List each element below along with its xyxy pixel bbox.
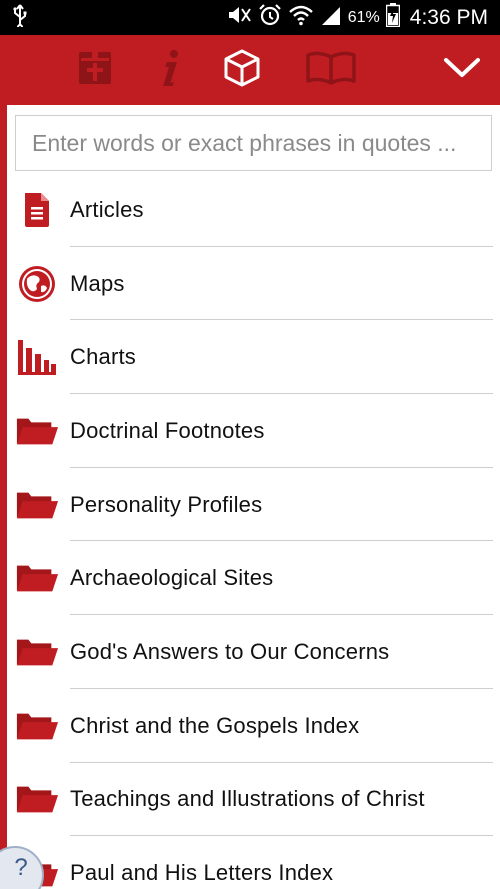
document-icon	[15, 188, 59, 232]
list-item-label: Christ and the Gospels Index	[70, 712, 360, 738]
list-item-gods-answers[interactable]: God's Answers to Our Concerns	[7, 615, 500, 689]
list-item-maps[interactable]: Maps	[7, 247, 500, 321]
resources-panel: Articles Maps	[7, 105, 500, 889]
cube-icon	[222, 48, 262, 93]
folder-icon	[15, 409, 59, 453]
info-icon	[159, 48, 183, 93]
list-item-label: God's Answers to Our Concerns	[70, 638, 390, 664]
help-icon: ?	[14, 854, 28, 881]
list-item-paul-letters-index[interactable]: Paul and His Letters Index	[7, 836, 500, 889]
info-tab[interactable]	[156, 49, 186, 91]
bible-tab[interactable]	[74, 49, 116, 91]
list-item-label: Doctrinal Footnotes	[70, 417, 265, 443]
reading-tab[interactable]	[304, 49, 358, 91]
list-item-personality-profiles[interactable]: Personality Profiles	[7, 468, 500, 542]
list-item-doctrinal-footnotes[interactable]: Doctrinal Footnotes	[7, 394, 500, 468]
battery-icon	[385, 2, 401, 33]
book-icon	[305, 50, 357, 91]
list-item-label: Personality Profiles	[70, 491, 263, 517]
list-item-label: Charts	[70, 344, 136, 370]
list-item-label: Teachings and Illustrations of Christ	[70, 786, 425, 812]
signal-icon	[320, 4, 342, 32]
collapse-button[interactable]	[440, 49, 484, 91]
battery-percent: 61%	[347, 8, 380, 26]
content-area: Articles Maps	[0, 105, 500, 889]
list-item-archaeological-sites[interactable]: Archaeological Sites	[7, 541, 500, 616]
resource-list: Articles Maps Charts Doctrinal Footnotes…	[7, 173, 500, 889]
list-item-charts[interactable]: Charts	[7, 320, 500, 395]
folder-icon	[15, 630, 59, 674]
bar-chart-icon	[15, 335, 59, 379]
folder-icon	[15, 556, 59, 600]
list-item-christ-gospels-index[interactable]: Christ and the Gospels Index	[7, 689, 500, 763]
list-item-articles[interactable]: Articles	[7, 173, 500, 247]
list-item-label: Maps	[70, 270, 125, 296]
alarm-icon	[258, 3, 282, 33]
list-item-label: Articles	[70, 196, 144, 222]
folder-icon	[15, 483, 59, 527]
list-item-label: Archaeological Sites	[70, 565, 274, 591]
bible-icon	[75, 48, 115, 93]
clock: 4:36 PM	[409, 5, 488, 29]
status-bar: 61% 4:36 PM	[0, 0, 500, 35]
usb-icon	[12, 3, 28, 32]
list-item-teachings-illustrations[interactable]: Teachings and Illustrations of Christ	[7, 763, 500, 837]
folder-icon	[15, 777, 59, 821]
toolbar	[0, 35, 500, 105]
wifi-icon	[288, 4, 314, 32]
chevron-down-icon	[443, 56, 481, 85]
globe-icon	[15, 262, 59, 306]
resources-tab[interactable]	[220, 49, 264, 91]
list-item-label: Paul and His Letters Index	[70, 860, 334, 886]
mute-icon	[226, 4, 252, 32]
folder-icon	[15, 704, 59, 748]
search-input[interactable]	[15, 115, 492, 171]
